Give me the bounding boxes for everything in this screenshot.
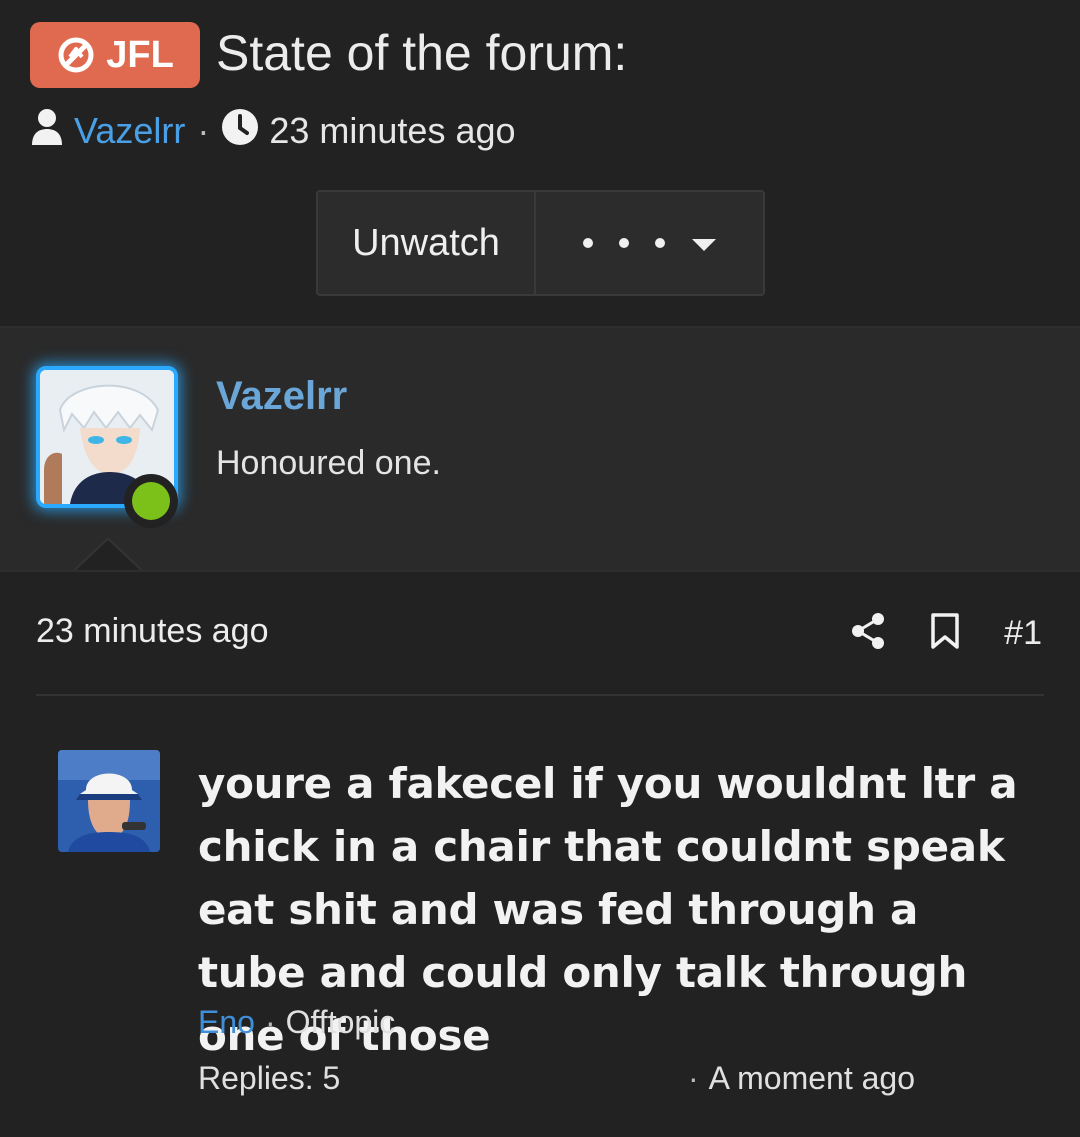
more-dot: [618, 238, 629, 248]
meta-separator: ·: [197, 110, 210, 151]
preview-replies: Replies: 5: [198, 1060, 341, 1096]
thread-header: JFL State of the forum: Vazelrr · 23 min…: [0, 0, 1080, 326]
more-dot: [654, 238, 665, 248]
no-ascend-icon: [56, 35, 96, 75]
thread-title: State of the forum:: [216, 25, 628, 81]
user-icon: [30, 107, 64, 156]
post-username[interactable]: Vazelrr: [216, 374, 347, 419]
preview-thread-avatar[interactable]: [58, 750, 160, 852]
prefix-badge[interactable]: JFL: [30, 22, 200, 88]
divider: [0, 570, 1080, 572]
thread-author-link[interactable]: Vazelrr: [74, 110, 185, 152]
message-arrow: [74, 540, 142, 572]
preview-forum-link[interactable]: Offtopic: [286, 1004, 396, 1041]
chevron-down-icon: [691, 226, 717, 261]
user-title: Honoured one.: [216, 444, 441, 482]
thread-time: 23 minutes ago: [269, 110, 516, 151]
meta-separator: ·: [688, 1060, 699, 1096]
meta-separator: ·: [264, 1004, 276, 1040]
preview-author-link[interactable]: Eno: [198, 1004, 255, 1041]
share-icon[interactable]: [850, 612, 886, 654]
preview-last-activity: · A moment ago: [688, 1060, 915, 1097]
preview-time: A moment ago: [708, 1060, 915, 1096]
post-actions: #1: [850, 608, 1042, 658]
post-number-link[interactable]: #1: [1004, 614, 1042, 653]
bookmark-icon[interactable]: [930, 612, 960, 654]
preview-thread-meta: Eno · Offtopic: [198, 1004, 395, 1041]
thread-action-group: Unwatch: [316, 190, 765, 296]
more-options-button[interactable]: [536, 192, 763, 294]
unwatch-button[interactable]: Unwatch: [318, 192, 536, 294]
online-status-indicator: [124, 474, 178, 528]
post-divider: [36, 694, 1044, 696]
post-time[interactable]: 23 minutes ago: [36, 612, 269, 651]
more-dot: [582, 238, 593, 248]
thread-meta: Vazelrr · 23 minutes ago: [30, 108, 516, 154]
prefix-label: JFL: [106, 33, 174, 76]
post-user-block: Vazelrr Honoured one.: [0, 328, 1080, 570]
clock-icon: [221, 108, 259, 155]
